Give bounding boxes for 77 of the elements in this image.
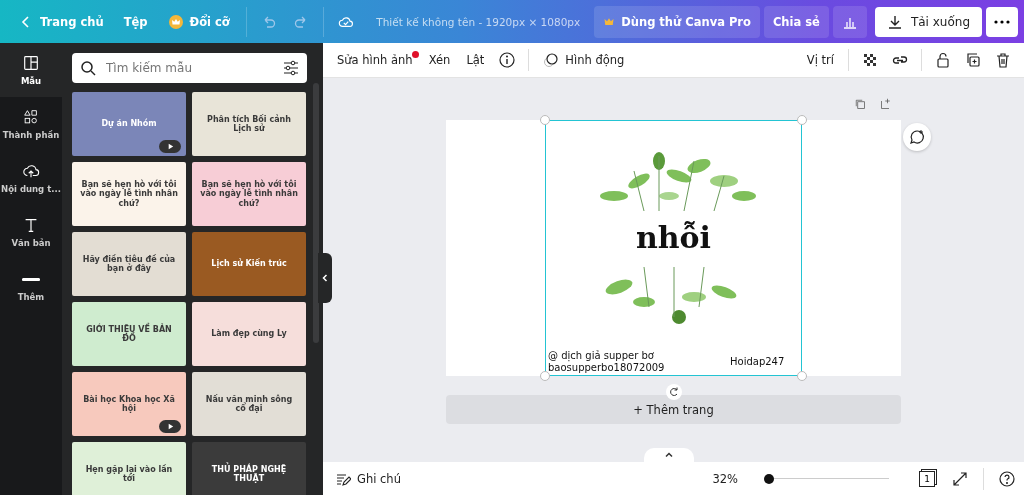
template-thumbnail[interactable]: Phân tích Bối cảnh Lịch sử [192, 92, 306, 156]
template-title: Hẹn gặp lại vào lần tới [84, 464, 174, 484]
scrollbar[interactable] [323, 448, 1024, 462]
template-title: Nấu văn minh sông cổ đại [204, 394, 294, 414]
duplicate-icon[interactable] [965, 52, 981, 68]
template-thumbnail[interactable]: Lịch sử Kiến trúc [192, 232, 306, 296]
add-page-icon[interactable] [880, 98, 892, 110]
info-icon[interactable] [499, 52, 516, 68]
template-title: Bài học Khoa học Xã hội [82, 394, 176, 414]
template-thumbnail[interactable]: THỦ PHÁP NGHỆ THUẬT [192, 442, 306, 495]
trash-icon[interactable] [995, 52, 1011, 68]
template-title: Bạn sẽ hẹn hò với tôi vào ngày lễ tình nhân chứ? [200, 180, 298, 208]
template-title: THỦ PHÁP NGHỆ THUẬT [210, 464, 288, 484]
share-button[interactable]: Chia sẻ [763, 5, 829, 38]
play-icon [159, 420, 181, 433]
credit-text: @ dịch giả supper bơ [548, 350, 655, 362]
fullscreen-icon[interactable] [952, 470, 968, 487]
template-thumbnail[interactable]: Nấu văn minh sông cổ đại [192, 372, 306, 436]
download-icon [886, 13, 903, 30]
template-title: Phân tích Bối cảnh Lịch sử [206, 114, 292, 134]
play-icon [159, 140, 181, 153]
layout-icon [22, 54, 40, 72]
search-icon [80, 60, 96, 76]
slider-thumb[interactable] [764, 473, 774, 484]
template-title: Dự án Nhóm [101, 119, 157, 129]
comment-add-icon [909, 129, 925, 145]
lock-icon[interactable] [935, 52, 951, 68]
circles-icon [543, 52, 560, 68]
transparency-icon[interactable] [862, 52, 878, 68]
template-thumbnail[interactable]: Bài học Khoa học Xã hội [72, 372, 186, 436]
design-page[interactable]: nhỗi @ dịch giả supper bơ baosupperbo18072009 Hoidap247 [446, 120, 901, 376]
template-title: Làm đẹp cùng Ly [211, 329, 287, 339]
position-button[interactable]: Vị trí [800, 49, 840, 71]
crop-button[interactable]: Xén [422, 49, 457, 71]
analytics-button[interactable] [832, 5, 867, 38]
page-count-button[interactable]: 1 [919, 470, 935, 487]
template-thumbnail[interactable]: Làm đẹp cùng Ly [192, 302, 306, 366]
collapse-panel-tab[interactable] [318, 253, 332, 303]
handle-text: baosupperbo18072009 [548, 362, 665, 374]
template-thumbnail[interactable]: Bạn sẽ hẹn hò với tôi vào ngày lễ tình nhân chứ? [192, 162, 306, 226]
notes-button[interactable]: Ghi chú [329, 466, 407, 491]
notification-dot [411, 51, 419, 58]
zoom-percent: 32% [712, 471, 738, 486]
resize-handle[interactable] [540, 371, 550, 381]
watermark-text: Hoidap247 [730, 356, 785, 368]
template-title: Lịch sử Kiến trúc [211, 259, 287, 269]
more-button[interactable] [986, 6, 1018, 37]
edit-image-button[interactable]: Sửa hình ảnh [331, 49, 419, 71]
template-thumbnail[interactable]: Hẹn gặp lại vào lần tới [72, 442, 186, 495]
filter-icon[interactable] [283, 60, 299, 76]
comment-button[interactable] [903, 123, 931, 151]
template-thumbnail[interactable]: Dự án Nhóm [72, 92, 186, 156]
add-page-button[interactable]: + Thêm trang [446, 395, 901, 424]
template-thumbnail[interactable]: Hãy điền tiêu đề của bạn ở đây [72, 232, 186, 296]
shapes-icon [22, 108, 40, 126]
cloud-upload-icon [22, 162, 40, 180]
sidebar-tab[interactable]: Mẫu [0, 43, 62, 97]
copy-icon[interactable] [854, 98, 866, 110]
search-box[interactable]: Tìm kiếm mẫu [72, 53, 307, 83]
flip-button[interactable]: Lật [460, 49, 491, 71]
animate-button[interactable]: Hình động [537, 48, 631, 72]
template-title: GIỚI THIỆU VỀ BẢN ĐỒ [85, 324, 173, 344]
rotate-icon [668, 386, 680, 398]
template-thumbnail[interactable]: GIỚI THIỆU VỀ BẢN ĐỒ [72, 302, 186, 366]
download-button[interactable]: Tải xuống [874, 6, 982, 37]
crown-icon [167, 13, 184, 30]
resize-handle[interactable] [540, 115, 550, 125]
resize-handle[interactable] [797, 371, 807, 381]
title-text: nhỗi [636, 223, 711, 253]
template-thumbnail[interactable]: Bạn sẽ hẹn hò với tôi vào ngày lễ tình nhân chứ? [72, 162, 186, 226]
try-pro-button[interactable]: Dùng thử Canva Pro [594, 5, 760, 38]
document-title: Thiết kế không tên - 1920px × 1080px [376, 15, 581, 28]
help-icon[interactable] [999, 470, 1015, 487]
template-title: Hãy điền tiêu đề của bạn ở đây [81, 254, 177, 274]
template-title: Bạn sẽ hẹn hò với tôi vào ngày lễ tình nhân chứ? [80, 180, 178, 208]
resize-handle[interactable] [797, 115, 807, 125]
rotate-handle[interactable] [666, 384, 682, 400]
